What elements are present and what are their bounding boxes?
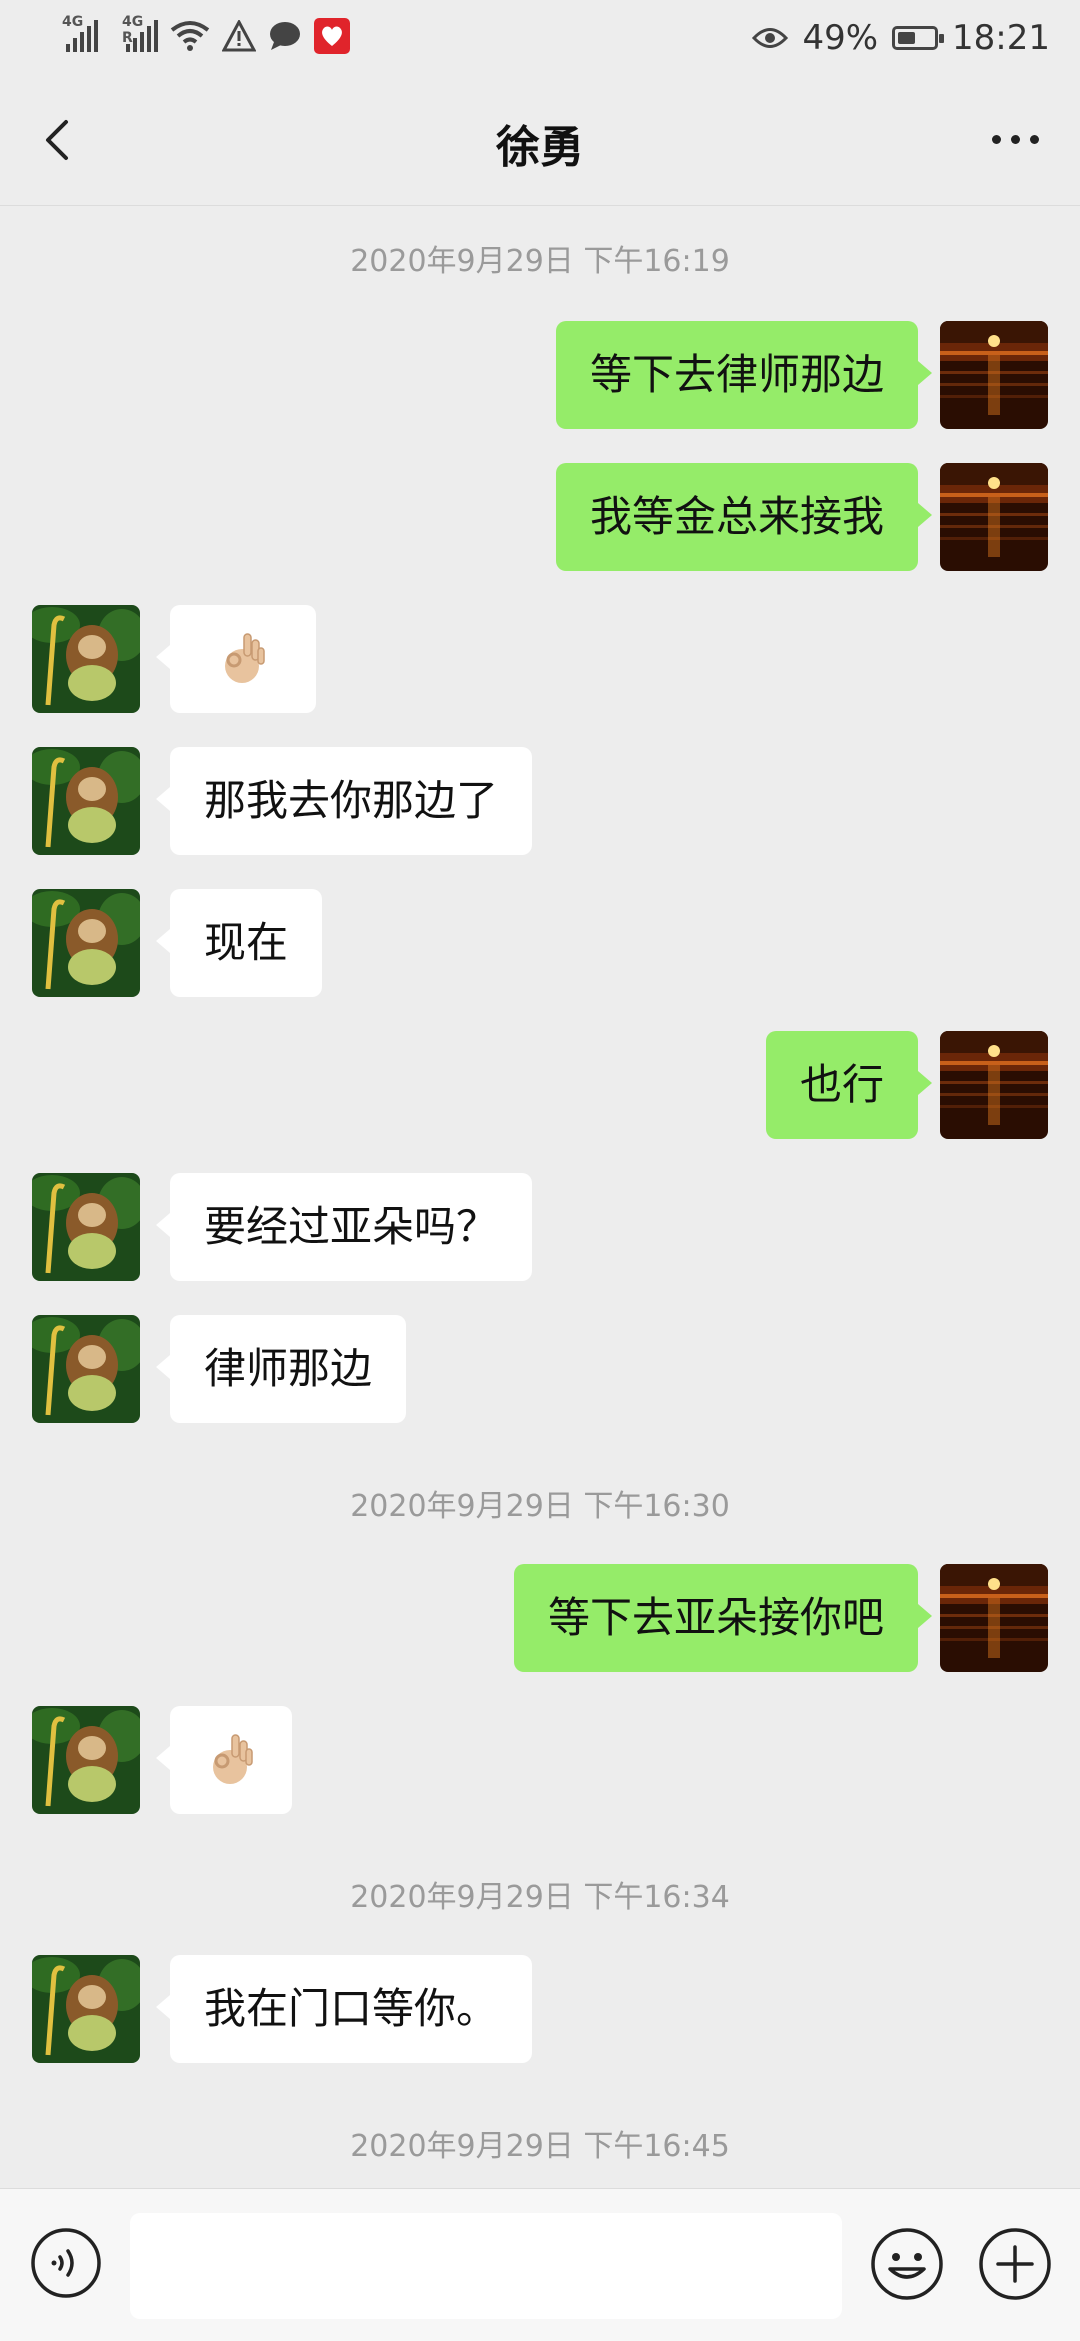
status-time: 18:21 (952, 18, 1050, 58)
monkey-avatar-image (32, 1955, 140, 2063)
message-timestamp: 2020年9月29日 下午16:45 (350, 2129, 730, 2164)
chat-input-bar (0, 2188, 1080, 2341)
incoming-message-bubble[interactable] (156, 1706, 292, 1814)
monkey-avatar-image (32, 1173, 140, 1281)
battery-icon (892, 26, 945, 50)
outgoing-message-bubble[interactable]: 等下去律师那边 (555, 321, 933, 429)
status-bar-right: 49% 18:21 (752, 18, 1050, 58)
signal-icon: 4G (62, 14, 98, 52)
voice-icon[interactable] (30, 2227, 102, 2299)
monkey-avatar-image (32, 605, 140, 713)
sunset-avatar-image (940, 1564, 1048, 1672)
more-dots-icon[interactable] (980, 119, 1050, 159)
outgoing-message-bubble[interactable]: 我等金总来接我 (555, 463, 933, 571)
self-avatar[interactable] (940, 463, 1048, 571)
message-icon (270, 22, 300, 50)
monkey-avatar-image (32, 1706, 140, 1814)
contact-avatar[interactable] (32, 1955, 140, 2063)
incoming-message-bubble[interactable]: 现在 (155, 889, 323, 997)
ok-hand-emoji-icon (225, 632, 265, 683)
contact-avatar[interactable] (32, 889, 140, 997)
message-timestamp: 2020年9月29日 下午16:30 (350, 1489, 730, 1524)
self-avatar[interactable] (940, 1031, 1048, 1139)
monkey-avatar-image (32, 747, 140, 855)
message-timestamp: 2020年9月29日 下午16:34 (350, 1880, 730, 1915)
app-notification-icon (314, 18, 350, 54)
page-title: 徐勇 (496, 122, 584, 173)
message-input[interactable] (130, 2213, 842, 2319)
message-timestamp: 2020年9月29日 下午16:19 (350, 244, 730, 279)
network-type-label: 4G (62, 14, 84, 30)
signal-icon: 4G R (122, 14, 158, 52)
outgoing-message-bubble[interactable]: 也行 (765, 1031, 933, 1139)
sunset-avatar-image (940, 321, 1048, 429)
incoming-message-bubble[interactable]: 要经过亚朵吗？ (155, 1173, 533, 1281)
emoji-icon[interactable] (870, 2227, 944, 2301)
incoming-message-bubble[interactable]: 我在门口等你。 (155, 1955, 533, 2063)
outgoing-message-bubble[interactable]: 等下去亚朵接你吧 (513, 1564, 933, 1672)
contact-avatar[interactable] (32, 605, 140, 713)
contact-avatar[interactable] (32, 1706, 140, 1814)
warning-icon (222, 20, 256, 52)
incoming-message-bubble[interactable]: 那我去你那边了 (155, 747, 533, 855)
sunset-avatar-image (940, 1031, 1048, 1139)
eye-icon (752, 28, 789, 48)
network-type-label: 4G R (122, 14, 144, 46)
contact-avatar[interactable] (32, 1315, 140, 1423)
ok-hand-emoji-icon (213, 1733, 253, 1784)
battery-percent: 49% (802, 18, 879, 58)
incoming-message-bubble[interactable]: 律师那边 (155, 1315, 407, 1423)
wifi-icon (170, 21, 210, 51)
battery-level (898, 32, 916, 44)
status-bar: 4G 4G R 49% 18:21 (0, 0, 1080, 75)
monkey-avatar-image (32, 889, 140, 997)
contact-avatar[interactable] (32, 747, 140, 855)
sunset-avatar-image (940, 463, 1048, 571)
self-avatar[interactable] (940, 1564, 1048, 1672)
incoming-message-bubble[interactable] (156, 605, 316, 713)
monkey-avatar-image (32, 1315, 140, 1423)
contact-avatar[interactable] (32, 1173, 140, 1281)
chat-header: 徐勇 (0, 75, 1080, 206)
plus-icon[interactable] (978, 2227, 1052, 2301)
self-avatar[interactable] (940, 321, 1048, 429)
status-bar-left: 4G 4G R (62, 14, 350, 54)
